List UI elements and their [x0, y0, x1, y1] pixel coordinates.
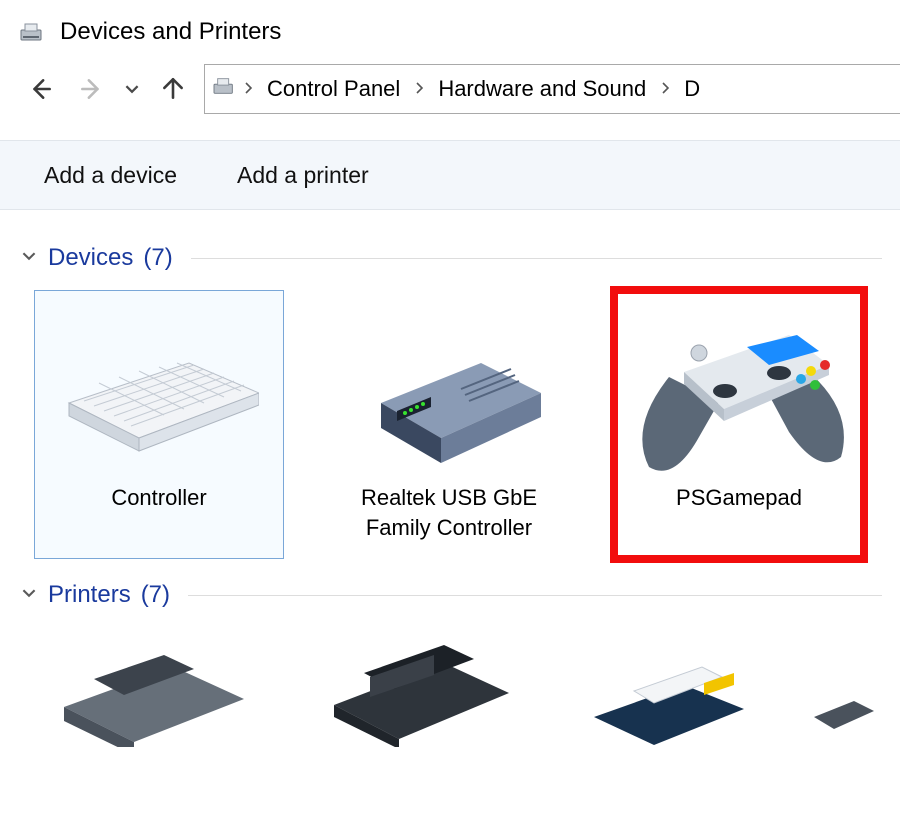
breadcrumb-label: Hardware and Sound [438, 76, 646, 102]
group-title: Printers [48, 581, 131, 609]
breadcrumb-item-truncated[interactable]: D [676, 72, 708, 106]
gamepad-icon [621, 303, 857, 483]
printer-item[interactable] [554, 627, 774, 747]
printer-icon [554, 627, 774, 747]
printers-grid [20, 617, 882, 747]
chevron-right-icon[interactable] [241, 81, 255, 97]
printer-item[interactable] [294, 627, 514, 747]
chevron-right-icon[interactable] [658, 81, 672, 97]
address-icon [213, 75, 237, 103]
content-area: Devices (7) [0, 210, 900, 747]
divider [191, 258, 882, 259]
breadcrumb-item-hardware-sound[interactable]: Hardware and Sound [430, 72, 654, 106]
printer-icon [34, 627, 254, 747]
device-label: Controller [41, 483, 277, 513]
group-header-devices[interactable]: Devices (7) [20, 244, 882, 272]
breadcrumb-item-control-panel[interactable]: Control Panel [259, 72, 408, 106]
group-count: (7) [143, 244, 172, 272]
nav-row: Control Panel Hardware and Sound D [0, 64, 900, 114]
chevron-down-icon [20, 586, 38, 604]
chevron-down-icon [20, 249, 38, 267]
chevron-right-icon[interactable] [412, 81, 426, 97]
back-button[interactable] [22, 70, 60, 108]
device-item-psgamepad[interactable]: PSGamepad [614, 290, 864, 559]
divider [188, 595, 882, 596]
device-item-controller[interactable]: Controller [34, 290, 284, 559]
printer-item[interactable] [34, 627, 254, 747]
forward-button[interactable] [72, 70, 110, 108]
devices-printers-icon [20, 20, 46, 44]
devices-grid: Controller [20, 280, 882, 559]
up-button[interactable] [154, 70, 192, 108]
command-bar: Add a device Add a printer [0, 140, 900, 210]
device-label: Realtek USB GbE Family Controller [331, 483, 567, 542]
printer-icon [814, 627, 874, 747]
group-count: (7) [141, 581, 170, 609]
recent-dropdown[interactable] [122, 70, 142, 108]
network-adapter-icon [331, 303, 567, 483]
breadcrumb-label: Control Panel [267, 76, 400, 102]
printer-item[interactable] [814, 627, 874, 747]
address-bar[interactable]: Control Panel Hardware and Sound D [204, 64, 900, 114]
keyboard-icon [41, 303, 277, 483]
add-device-button[interactable]: Add a device [44, 162, 177, 189]
fax-icon [294, 627, 514, 747]
device-item-network-adapter[interactable]: Realtek USB GbE Family Controller [324, 290, 574, 559]
add-printer-button[interactable]: Add a printer [237, 162, 369, 189]
titlebar: Devices and Printers [0, 0, 900, 64]
group-title: Devices [48, 244, 133, 272]
window-title: Devices and Printers [60, 18, 281, 46]
device-label: PSGamepad [621, 483, 857, 513]
group-header-printers[interactable]: Printers (7) [20, 581, 882, 609]
breadcrumb-label: D [684, 76, 700, 102]
